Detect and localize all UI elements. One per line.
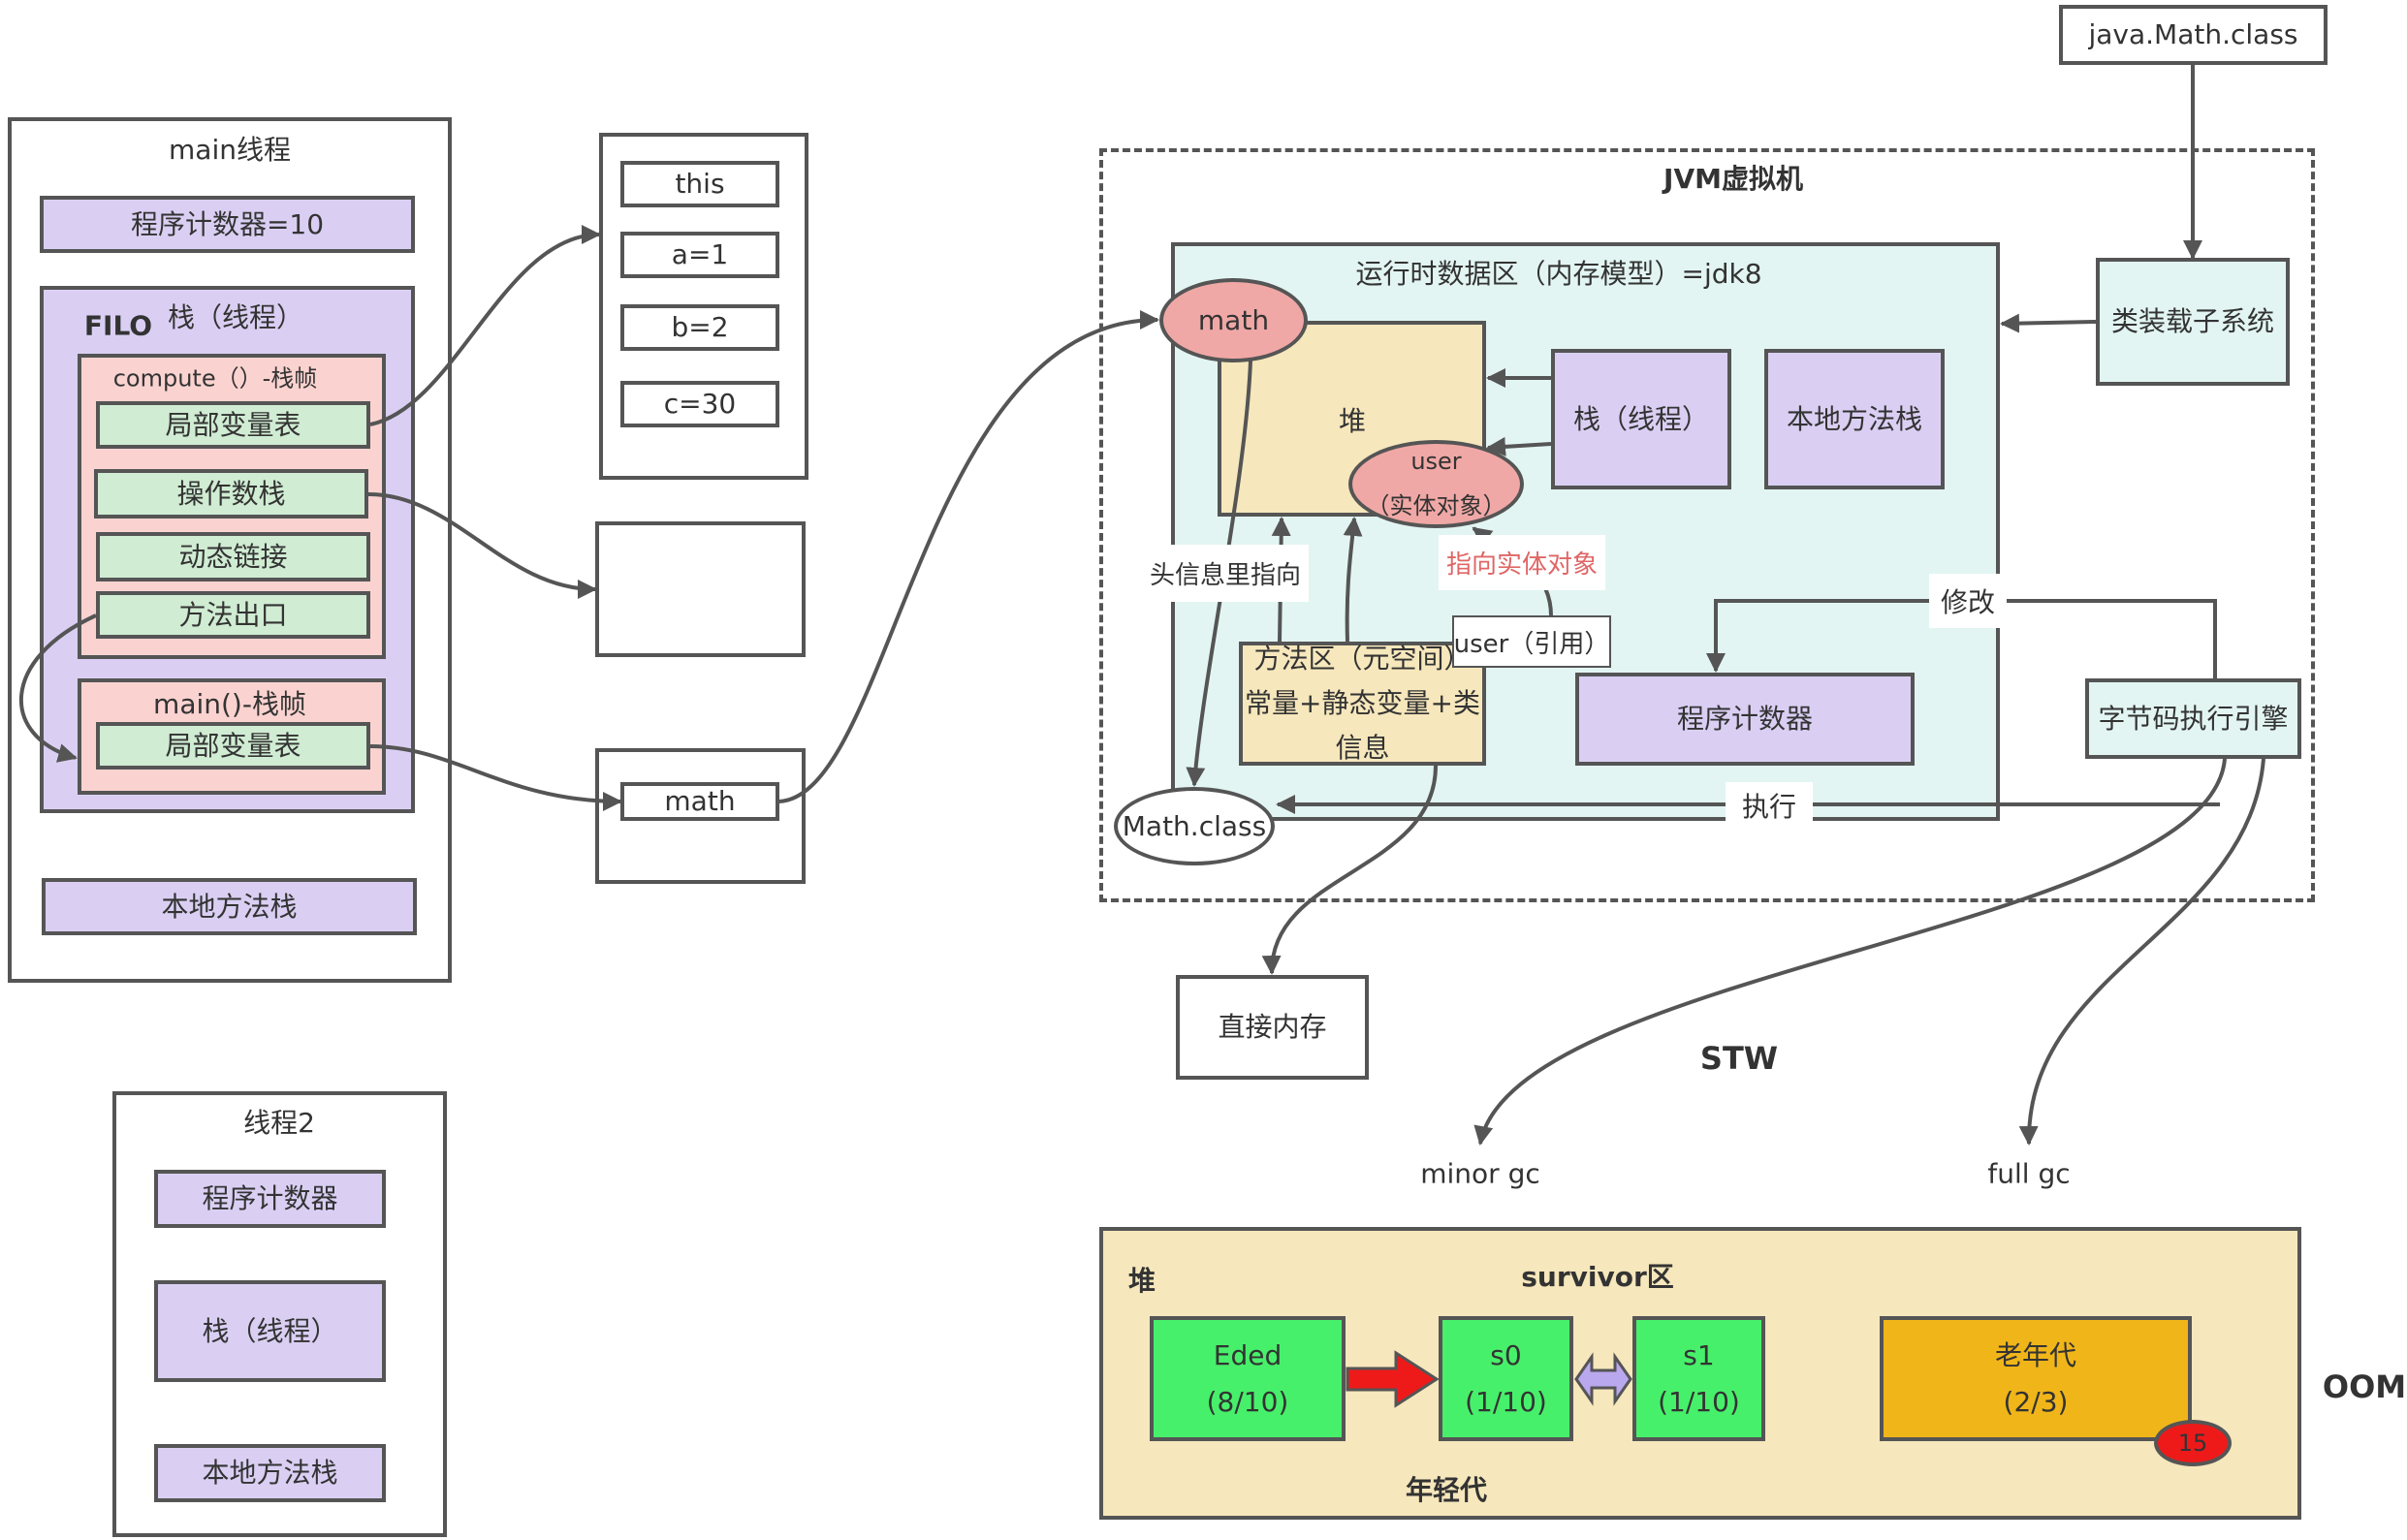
arrow-operand: [367, 492, 597, 599]
arrow-math-ref: [778, 310, 1159, 803]
arrow-full-gc: [2018, 758, 2265, 1146]
user-reference-label: user（引用）: [1452, 615, 1611, 668]
arrow-direct-memory: [1261, 765, 1438, 975]
arrow-locals: [369, 225, 601, 426]
arrow-stack-heap-2: [1486, 436, 1552, 456]
header-points-label: 头信息里指向: [1142, 545, 1309, 602]
eden-to-s0-arrow: [1346, 1350, 1440, 1408]
arrow-minor-gc: [1473, 758, 2227, 1146]
user-object-label: user: [1410, 447, 1462, 475]
arrow-method-exit: [18, 613, 97, 763]
user-object: user （实体对象）: [1348, 440, 1524, 528]
arrow-main-locals: [369, 744, 622, 811]
math-class-object: Math.class: [1114, 787, 1275, 865]
math-object: math: [1159, 278, 1308, 362]
arrow-method-heap-2: [1343, 517, 1363, 643]
s0-s1-swap-arrow: [1574, 1352, 1632, 1406]
modify-label: 修改: [1929, 574, 2007, 628]
arrow-loader-runtime: [2000, 313, 2097, 333]
execute-label: 执行: [1726, 782, 1813, 829]
jvm-diagram: main线程 程序计数器=10 FILO 栈（线程） compute（）-栈帧 …: [0, 0, 2407, 1540]
points-to-entity-label: 指向实体对象: [1439, 535, 1605, 590]
user-object-note: （实体对象）: [1366, 491, 1506, 519]
connector-arrows: [18, 65, 2265, 1408]
